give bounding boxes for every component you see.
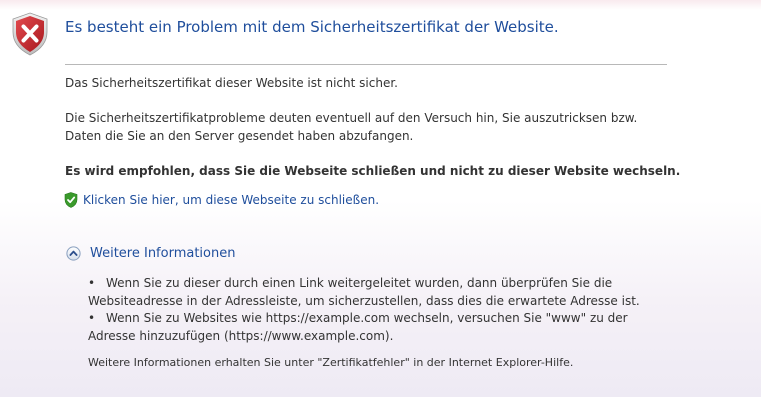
- list-item: • Wenn Sie zu dieser durch einen Link wei…: [88, 275, 668, 310]
- bullet-mark: •: [88, 276, 96, 290]
- error-shield-icon: [12, 12, 48, 56]
- close-webpage-link-row[interactable]: Klicken Sie hier, um diese Webseite zu s…: [64, 191, 379, 209]
- more-information-label[interactable]: Weitere Informationen: [90, 246, 235, 261]
- collapse-chevron-up-icon[interactable]: [66, 245, 81, 261]
- list-item-text: Wenn Sie zu Websites wie https://example…: [88, 311, 628, 343]
- divider: [65, 64, 667, 65]
- bullet-mark: •: [88, 311, 96, 325]
- more-information-list: • Wenn Sie zu dieser durch einen Link wei…: [88, 275, 668, 345]
- recommendation-text: Es wird empfohlen, dass Sie die Webseite…: [65, 164, 681, 178]
- green-shield-check-icon: [64, 192, 78, 208]
- list-item-text: Wenn Sie zu dieser durch einen Link weit…: [88, 276, 640, 308]
- page-title: Es besteht ein Problem mit dem Sicherhei…: [65, 18, 559, 36]
- more-information-toggle[interactable]: Weitere Informationen: [66, 243, 235, 263]
- top-strip: [0, 0, 761, 10]
- certificate-not-secure-text: Das Sicherheitszertifikat dieser Website…: [65, 76, 398, 90]
- help-reference-text: Weitere Informationen erhalten Sie unter…: [88, 356, 574, 369]
- certificate-problem-explanation: Die Sicherheitszertifikatprobleme deuten…: [65, 111, 638, 143]
- close-webpage-link[interactable]: Klicken Sie hier, um diese Webseite zu s…: [83, 193, 379, 207]
- list-item: • Wenn Sie zu Websites wie https://exampl…: [88, 310, 668, 345]
